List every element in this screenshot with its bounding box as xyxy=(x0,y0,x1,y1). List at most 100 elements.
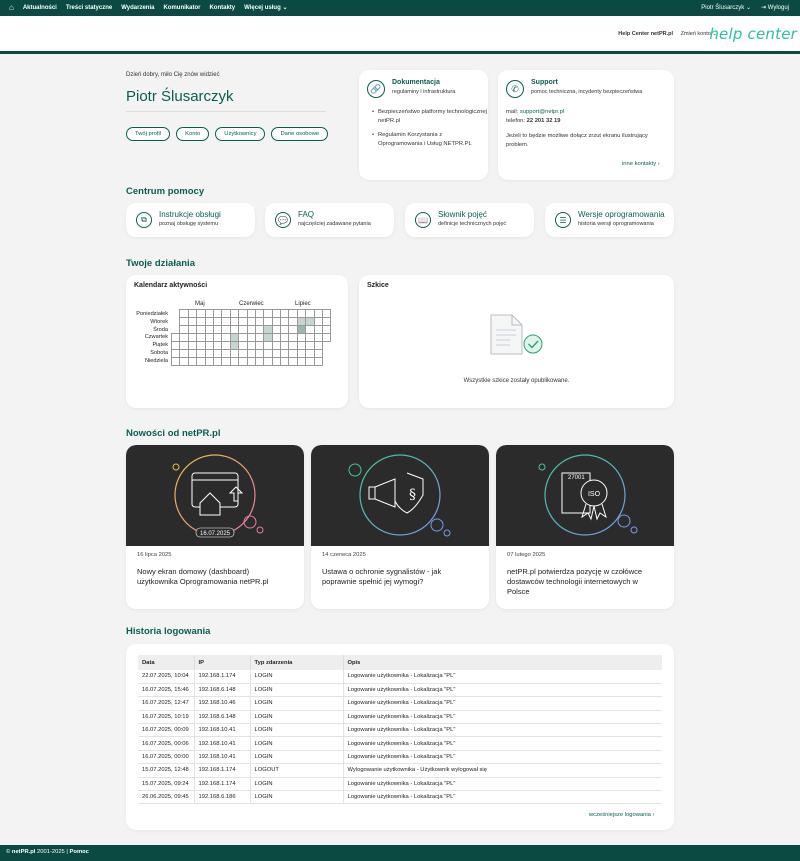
drafts-title: Szkice xyxy=(367,282,389,289)
calendar-day-cell xyxy=(204,325,214,334)
help-card-versions[interactable]: ☰ Wersje oprogramowania historia wersji … xyxy=(545,203,674,237)
switch-account-label: Zmień konto xyxy=(680,31,711,37)
chevron-down-icon: ⌄ xyxy=(282,5,288,11)
nav-item-static-content[interactable]: Treści statyczne xyxy=(66,5,112,11)
calendar-day-cell xyxy=(296,317,307,326)
calendar-day-cell xyxy=(254,317,265,326)
table-row: 22.07.2025, 10:04 192.168.1.174 LOGIN Logow… xyxy=(138,670,662,684)
cell-description: Logowanie użytkownika - Lokalizacja "PL" xyxy=(343,736,662,751)
news-date: 14 czerwca 2025 xyxy=(322,552,366,558)
news-image: § xyxy=(311,445,489,546)
logout-button[interactable]: ⇥ Wyloguj xyxy=(761,4,789,11)
account-button[interactable]: Konto xyxy=(176,127,210,141)
doc-link-security[interactable]: Bezpieczeństwo platformy technologicznej… xyxy=(372,108,488,126)
nav-item-more-services[interactable]: Więcej usług ⌄ xyxy=(244,4,287,11)
your-profile-button[interactable]: Twój profil xyxy=(126,127,171,141)
footer-help-link[interactable]: Pomoc xyxy=(70,849,89,855)
calendar-days: Poniedziałek Wtorek Środa Czwartek Piąte… xyxy=(126,311,168,366)
calendar-day-cell xyxy=(212,341,223,350)
doc-link-terms[interactable]: Regulamin Korzystania z Oprogramowania i… xyxy=(372,131,488,149)
chat-icon: 💬 xyxy=(275,212,291,228)
calendar-day-cell xyxy=(187,325,198,334)
cell-description: Logowanie użytkownika - Lokalizacja "PL" xyxy=(343,696,662,711)
calendar-day-cell xyxy=(313,341,324,350)
calendar-day-cell xyxy=(204,317,214,326)
footer: © netPR.pl 2001-2025 | Pomoc xyxy=(0,845,800,861)
day-label: Środa xyxy=(153,326,168,333)
calendar-day-cell xyxy=(196,341,206,350)
cell-event-type: LOGIN xyxy=(250,790,344,805)
news-date: 16 lipca 2025 xyxy=(137,552,172,558)
nav-item-contacts[interactable]: Kontakty xyxy=(209,5,235,11)
calendar-day-cell xyxy=(179,333,189,342)
other-contacts-link[interactable]: inne kontakty › xyxy=(622,161,660,167)
user-menu[interactable]: Piotr Ślusarczyk ⌄ xyxy=(701,4,751,11)
cell-ip: 192.168.10.46 xyxy=(194,696,251,711)
logout-label: Wyloguj xyxy=(767,5,789,11)
home-icon[interactable]: ⌂ xyxy=(9,3,14,11)
calendar-day-cell xyxy=(196,309,206,318)
calendar-day-cell xyxy=(322,325,332,334)
nav-item-events[interactable]: Wydarzenia xyxy=(121,5,154,11)
help-card-manuals[interactable]: ⧉ Instrukcje obsługi poznaj obsługę syst… xyxy=(126,203,255,237)
calendar-day-cell xyxy=(179,341,189,350)
table-row: 16.07.2025, 15:46 192.168.6.148 LOGIN Logow… xyxy=(138,683,662,698)
calendar-day-cell xyxy=(246,349,256,358)
help-card-glossary[interactable]: 📖 Słownik pojęć definicje technicznych p… xyxy=(405,203,534,237)
calendar-day-cell xyxy=(313,325,324,334)
day-label: Czwartek xyxy=(144,334,168,341)
calendar-day-cell xyxy=(263,349,273,358)
user-full-name: Piotr Ślusarczyk xyxy=(126,88,234,105)
calendar-day-cell xyxy=(229,357,240,366)
cell-ip: 192.168.1.174 xyxy=(194,763,251,778)
calendar-day-cell xyxy=(263,357,273,366)
calendar-row xyxy=(172,309,332,318)
support-email-link[interactable]: support@netpr.pl xyxy=(520,109,564,115)
calendar-day-cell xyxy=(288,309,298,318)
calendar-day-cell xyxy=(204,341,214,350)
news-card[interactable]: 27001 ISO 07 lutego 2025 netPR.pl potwie… xyxy=(496,445,674,609)
calendar-day-cell xyxy=(254,325,265,334)
calendar-day-cell xyxy=(172,310,180,318)
footer-brand: netPR.pl xyxy=(11,849,36,855)
calendar-day-cell xyxy=(187,317,198,326)
calendar-day-cell xyxy=(323,342,331,350)
calendar-day-cell xyxy=(221,341,231,350)
table-header-row: Data IP Typ zdarzenia Opis xyxy=(138,655,662,670)
calendar-day-cell xyxy=(179,349,189,358)
cell-date: 26.06.2025, 09:45 xyxy=(138,790,195,805)
support-note: Jeżeli to będzie możliwe dołącz zrzut ek… xyxy=(506,133,648,148)
calendar-day-cell xyxy=(221,325,231,334)
nav-item-messenger[interactable]: Komunikator xyxy=(163,5,200,11)
cell-date: 15.07.2025, 09:24 xyxy=(138,777,195,792)
calendar-row xyxy=(170,341,331,350)
calendar-day-cell xyxy=(238,325,248,334)
calendar-day-cell xyxy=(313,309,324,318)
news-card[interactable]: 16.07.2025 16 lipca 2025 Nowy ekran domo… xyxy=(126,445,304,609)
day-label: Wtorek xyxy=(150,318,168,325)
calendar-day-cell xyxy=(229,349,240,358)
nav-item-news[interactable]: Aktualności xyxy=(23,5,57,11)
table-row: 16.07.2025, 10:19 192.168.6.148 LOGIN Logow… xyxy=(138,710,662,725)
phone-icon: ✆ xyxy=(506,80,524,98)
earlier-logins-link[interactable]: wcześniejsze logowania › xyxy=(589,812,654,818)
users-button[interactable]: Użytkownicy xyxy=(215,127,266,141)
calendar-day-cell xyxy=(196,357,206,366)
calendar-row xyxy=(172,325,332,334)
calendar-day-cell xyxy=(229,317,240,326)
calendar-day-cell xyxy=(280,309,290,318)
svg-text:ISO: ISO xyxy=(588,491,601,498)
help-card-faq[interactable]: 💬 FAQ najczęściej zadawane pytania xyxy=(265,203,394,237)
column-header-date: Data xyxy=(138,655,195,670)
calendar-day-cell xyxy=(221,333,231,342)
news-card[interactable]: § 14 czerwca 2025 Ustawa o ochronie sygn… xyxy=(311,445,489,609)
calendar-day-cell xyxy=(271,341,282,350)
cell-date: 16.07.2025, 00:00 xyxy=(138,750,195,765)
help-center-link[interactable]: Help Center netPR.pl xyxy=(618,31,673,37)
copyright-icon: © xyxy=(6,849,11,855)
news-title: Ustawa o ochronie sygnalistów - jak popr… xyxy=(322,567,442,586)
calendar-day-cell xyxy=(280,317,290,326)
personal-data-button[interactable]: Dane osobowe xyxy=(271,127,329,141)
layers-icon: ☰ xyxy=(555,212,571,228)
cell-ip: 192.168.10.41 xyxy=(194,750,251,765)
